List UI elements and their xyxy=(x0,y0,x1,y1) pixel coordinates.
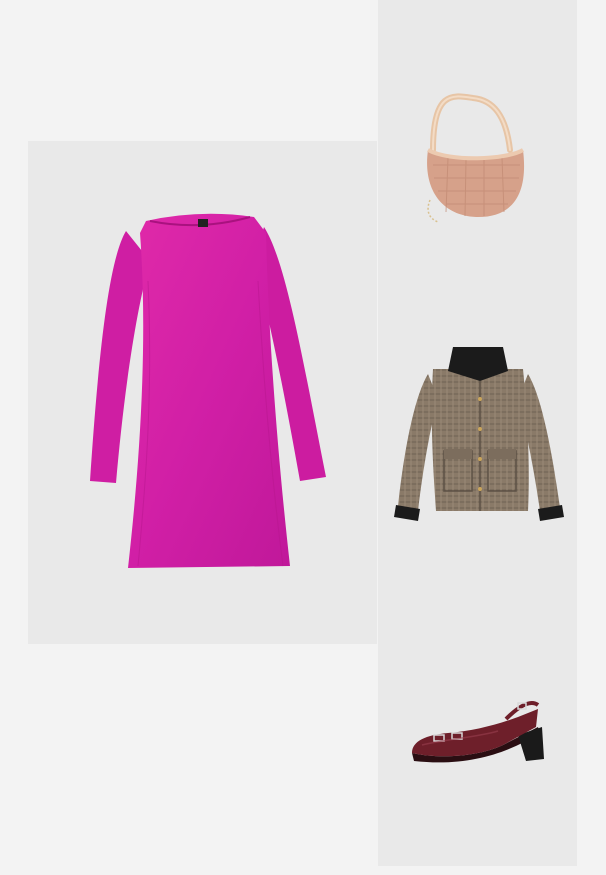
outfit-collage xyxy=(0,0,606,875)
jacket-icon xyxy=(394,347,564,521)
product-tile-shoe[interactable] xyxy=(378,577,577,866)
product-tile-jacket[interactable] xyxy=(378,289,577,577)
bag-icon xyxy=(427,93,525,223)
product-tile-dress[interactable] xyxy=(28,141,377,644)
shoe-icon xyxy=(412,700,544,763)
dress-icon xyxy=(90,213,326,569)
product-tile-bag[interactable] xyxy=(378,0,577,289)
